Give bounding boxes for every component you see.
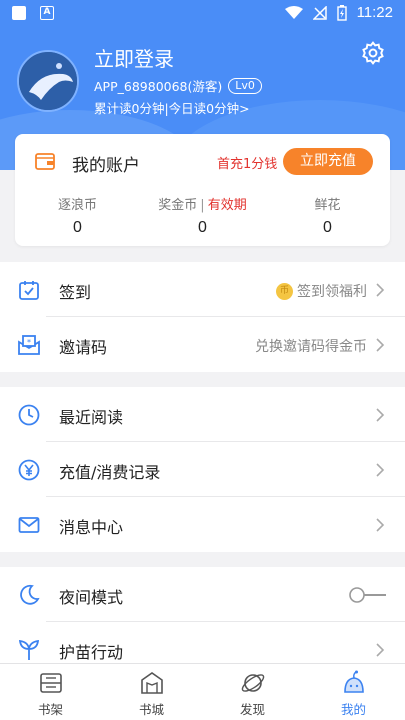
stat-flowers[interactable]: 鲜花 0: [265, 194, 390, 237]
moon-icon: [20, 584, 40, 605]
yen-coin-icon: [18, 459, 40, 481]
stat-label: 鲜花: [314, 198, 341, 213]
hint-text: 签到领福利: [297, 284, 367, 300]
tab-label: 发现: [239, 702, 265, 717]
chevron-right-icon: [376, 463, 385, 477]
menu-item-messages[interactable]: 消息中心: [0, 497, 405, 552]
login-title[interactable]: 立即登录: [94, 43, 174, 72]
chevron-right-icon: [376, 408, 385, 422]
menu-label: 消息中心: [59, 518, 124, 537]
menu-item-night-mode[interactable]: 夜间模式: [0, 567, 405, 622]
no-signal-icon: [312, 5, 327, 20]
keyboard-a-icon: A: [40, 6, 54, 20]
gear-icon[interactable]: [360, 40, 386, 66]
battery-charging-icon: [336, 4, 347, 21]
account-card: 我的账户 首充1分钱 立即充值 逐浪币 0 奖金币 | 有效期 0 鲜花 0: [15, 134, 390, 246]
stat-label: 逐浪币: [57, 198, 97, 213]
menu-hint: 币签到领福利: [276, 281, 367, 301]
menu-item-checkin[interactable]: 签到 币签到领福利: [0, 262, 405, 317]
mail-icon: [18, 517, 40, 533]
menu-item-payment-records[interactable]: 充值/消费记录: [0, 442, 405, 497]
dolphin-icon: [19, 52, 77, 110]
wifi-icon: [284, 5, 303, 19]
user-id: APP_68980068(游客): [94, 79, 223, 94]
stat-zhulang-coin[interactable]: 逐浪币 0: [15, 194, 140, 237]
menu-label: 最近阅读: [59, 408, 124, 427]
notification-icon: [12, 6, 26, 20]
stat-value: 0: [323, 219, 332, 236]
menu-item-invite-code[interactable]: * 邀请码 兑换邀请码得金币: [0, 317, 405, 372]
menu-label: 充值/消费记录: [59, 463, 161, 482]
menu-item-youth-protection[interactable]: 护苗行动: [0, 622, 405, 663]
menu-label: 护苗行动: [59, 643, 124, 662]
recharge-button[interactable]: 立即充值: [283, 148, 373, 175]
bottom-tab-bar: 书架 书城 发现 我的: [0, 663, 405, 720]
chevron-right-icon: [376, 338, 385, 352]
stat-label: 奖金币 | 有效期: [140, 194, 265, 213]
menu-label: 夜间模式: [59, 588, 124, 607]
avatar[interactable]: [17, 50, 79, 112]
bookshelf-icon: [39, 673, 62, 693]
level-badge: Lv0: [228, 77, 262, 94]
menu-label: 邀请码: [59, 338, 108, 357]
tab-label: 我的: [340, 702, 366, 717]
chevron-right-icon: [376, 643, 385, 657]
svg-text:*: *: [27, 338, 31, 347]
stat-bonus-coin[interactable]: 奖金币 | 有效期 0: [140, 194, 265, 237]
tab-bookstore[interactable]: 书城: [101, 664, 202, 720]
night-mode-toggle[interactable]: [349, 587, 387, 603]
invite-envelope-icon: *: [18, 335, 40, 355]
discover-icon: [241, 674, 264, 692]
stat-label-text: 奖金币: [158, 198, 198, 213]
tab-label: 书城: [138, 702, 164, 717]
user-id-line: APP_68980068(游客) Lv0: [94, 76, 262, 95]
chevron-right-icon: [376, 518, 385, 532]
tab-bookshelf[interactable]: 书架: [0, 664, 101, 720]
account-title: 我的账户: [72, 156, 140, 176]
menu-hint: 兑换邀请码得金币: [255, 339, 367, 355]
coin-icon: 币: [276, 282, 293, 300]
stat-value: 0: [198, 219, 207, 236]
stat-value: 0: [73, 219, 82, 236]
menu-item-recent-reading[interactable]: 最近阅读: [0, 387, 405, 442]
chevron-right-icon: [376, 283, 385, 297]
clock-icon: [18, 404, 40, 426]
tab-label: 书架: [37, 702, 63, 717]
bookstore-icon: [140, 672, 163, 694]
menu-group-settings: 夜间模式 护苗行动: [0, 567, 405, 663]
wallet-icon: [35, 153, 55, 170]
calendar-check-icon: [19, 281, 39, 300]
tab-discover[interactable]: 发现: [202, 664, 303, 720]
status-bar: A 11:22: [0, 0, 405, 28]
profile-icon: [343, 670, 364, 693]
validity-link[interactable]: 有效期: [208, 198, 247, 213]
clock: 11:22: [356, 4, 393, 21]
separator: |: [200, 198, 205, 213]
promo-text: 首充1分钱: [217, 157, 278, 172]
menu-group-rewards: 签到 币签到领福利 * 邀请码 兑换邀请码得金币: [0, 262, 405, 372]
menu-label: 签到: [59, 283, 92, 302]
reading-time-link[interactable]: 累计读0分钟|今日读0分钟>: [94, 98, 250, 117]
tab-profile[interactable]: 我的: [303, 664, 404, 720]
sprout-icon: [18, 639, 40, 660]
menu-group-records: 最近阅读 充值/消费记录 消息中心: [0, 387, 405, 552]
